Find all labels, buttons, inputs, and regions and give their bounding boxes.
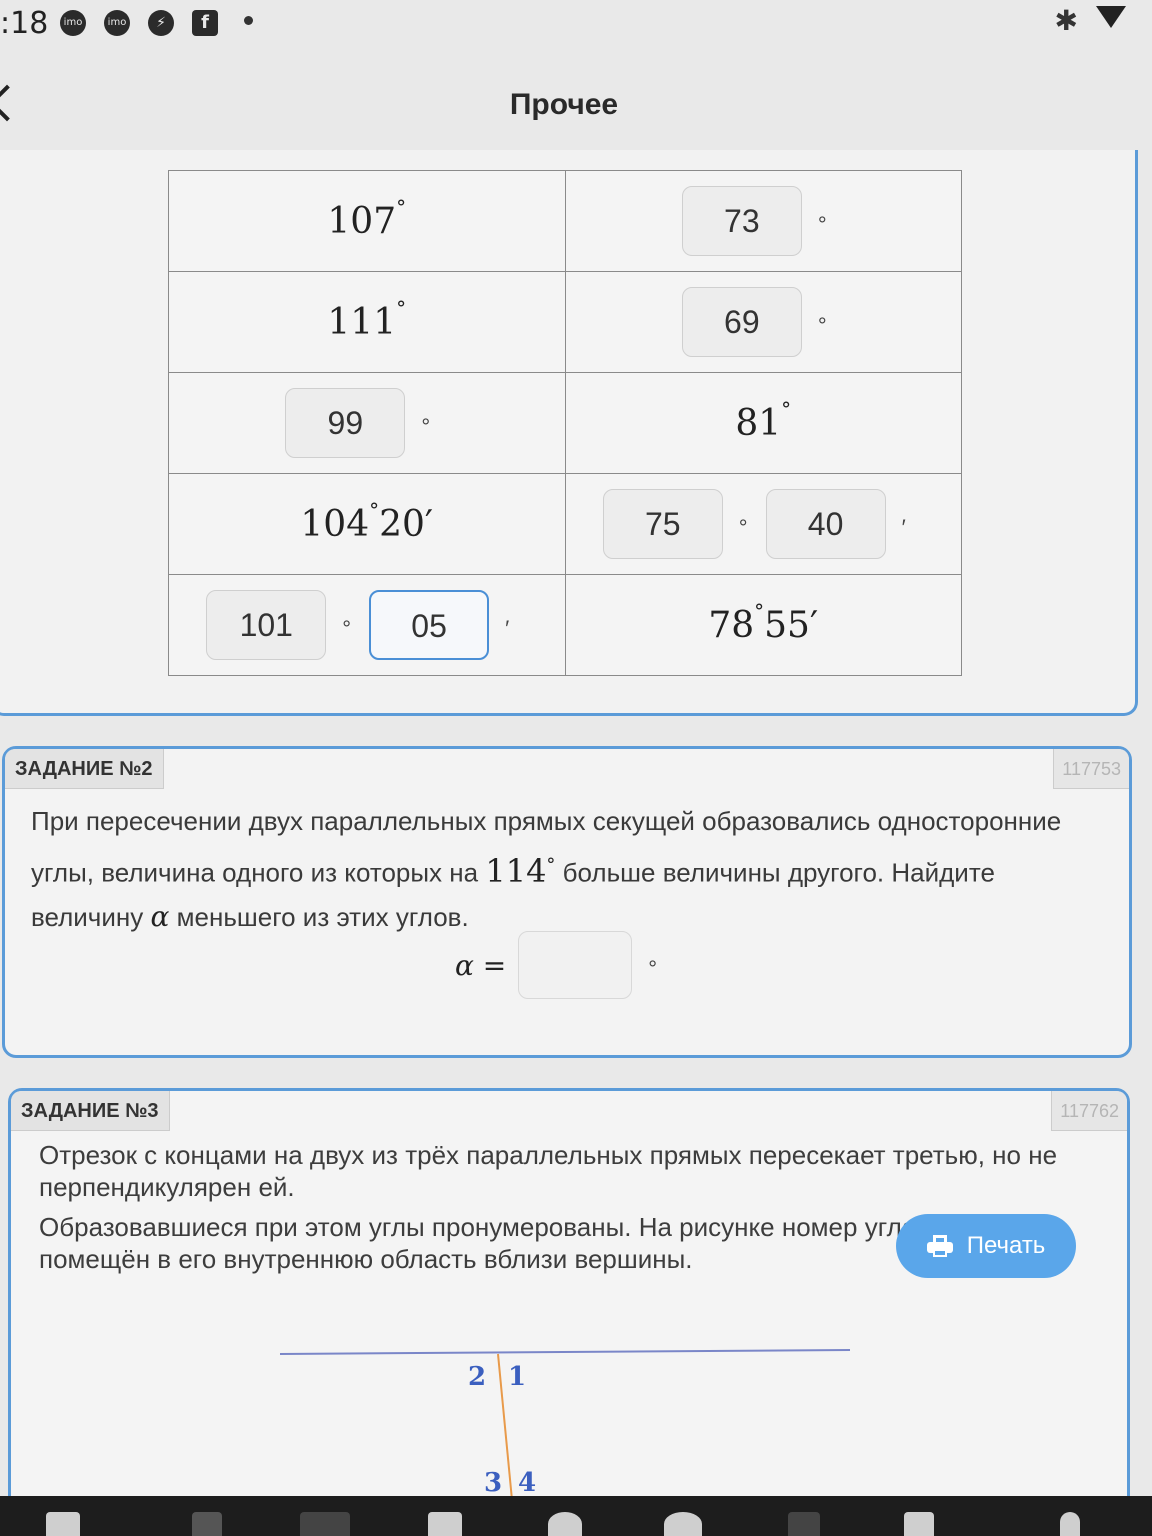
app-icon[interactable]: [192, 1512, 222, 1536]
app-icon[interactable]: [788, 1512, 820, 1536]
answer-row: α = °: [455, 931, 675, 999]
notification-dot-icon: [244, 16, 253, 25]
table-cell: 107°: [168, 170, 566, 272]
tablet-icon[interactable]: [904, 1512, 934, 1536]
degree-symbol: °: [738, 515, 748, 540]
wifi-icon: [1096, 6, 1126, 28]
angle-label: 1: [508, 1362, 527, 1392]
table-row: 111° 69 °: [168, 271, 962, 373]
task-label: ЗАДАНИЕ №3: [11, 1091, 170, 1131]
minute-symbol: ′: [901, 515, 906, 540]
table-cell: 99 °: [168, 372, 566, 474]
imo-icon: imo: [104, 10, 130, 36]
minute-input[interactable]: 40: [765, 489, 886, 559]
angle-table: 107° 73 ° 111° 69 ° 99 ° 81° 104°20′ 75 ° 40 ′ 101 ° 05 ′…: [168, 170, 962, 676]
task-text: При пересечении двух параллельных прямых…: [31, 799, 1111, 939]
degree-input[interactable]: 101: [206, 590, 327, 660]
degree-input[interactable]: 73: [681, 186, 802, 256]
table-cell: 111°: [168, 271, 566, 373]
angle-value: 78°55′: [708, 598, 819, 646]
minute-symbol: ′: [505, 616, 510, 641]
angle-value: 107°: [327, 194, 407, 242]
print-button-label: Печать: [966, 1232, 1046, 1259]
app-header: Прочее: [0, 60, 1152, 160]
parallel-line: [279, 1349, 851, 1355]
angle-value: 104°20′: [300, 497, 434, 545]
table-row: 104°20′ 75 ° 40 ′: [168, 473, 962, 575]
degree-symbol: °: [546, 854, 556, 875]
status-bar: :18 imo imo ⚡ f ✱: [0, 0, 1152, 50]
table-cell: 78°55′: [564, 574, 962, 676]
printer-icon: [926, 1235, 953, 1257]
math-number: 114: [485, 851, 547, 890]
degree-symbol: °: [421, 414, 431, 439]
table-cell: 104°20′: [168, 473, 566, 575]
table-cell: 73 °: [564, 170, 962, 272]
figure-svg: [279, 1349, 851, 1501]
answer-label: α =: [455, 948, 507, 982]
facebook-icon: f: [192, 10, 218, 36]
angle-label: 3: [484, 1468, 503, 1498]
task-text-part: меньшего из этих углов.: [176, 901, 469, 932]
app-icon[interactable]: [300, 1512, 350, 1536]
task-paragraph: Отрезок с концами на двух из трёх паралл…: [39, 1140, 1058, 1202]
imo-icon: imo: [60, 10, 86, 36]
angle-label: 2: [468, 1362, 487, 1392]
table-row: 107° 73 °: [168, 170, 962, 272]
palette-icon[interactable]: [664, 1512, 702, 1536]
degree-input[interactable]: 69: [681, 287, 802, 357]
settings-icon[interactable]: [548, 1512, 582, 1536]
bluetooth-icon: ✱: [1054, 5, 1078, 36]
degree-symbol: °: [648, 956, 658, 981]
table-cell: 101 ° 05 ′: [168, 574, 566, 676]
angle-value: 111°: [327, 295, 407, 343]
answer-input[interactable]: [518, 931, 633, 999]
print-button[interactable]: Печать: [896, 1214, 1076, 1278]
task-paragraph: Образовавшиеся при этом углы пронумерова…: [39, 1212, 917, 1274]
angle-label: 4: [518, 1468, 537, 1498]
taskbar: [0, 1496, 1152, 1536]
degree-symbol: °: [817, 313, 827, 338]
task-id: 117762: [1051, 1091, 1127, 1131]
page-title: Прочее: [509, 88, 619, 121]
microphone-icon[interactable]: [1060, 1512, 1080, 1536]
apps-grid-icon[interactable]: [46, 1512, 80, 1536]
geometry-figure: 2 1 3 4: [279, 1330, 860, 1501]
table-row: 101 ° 05 ′ 78°55′: [168, 574, 962, 676]
table-cell: 81°: [564, 372, 962, 474]
degree-symbol: °: [817, 212, 827, 237]
clipboard-icon[interactable]: [428, 1512, 462, 1536]
math-variable: α: [150, 899, 170, 933]
degree-input[interactable]: 75: [602, 489, 723, 559]
angle-value: 81°: [735, 396, 792, 444]
table-row: 99 ° 81°: [168, 372, 962, 474]
task-label: ЗАДАНИЕ №2: [5, 749, 164, 789]
status-time: :18: [0, 6, 49, 41]
messenger-icon: ⚡: [148, 10, 174, 36]
degree-symbol: °: [342, 616, 352, 641]
math-value: 114°: [485, 852, 555, 890]
task2-card: ЗАДАНИЕ №2 117753 При пересечении двух п…: [2, 746, 1132, 1058]
minute-input[interactable]: 05: [369, 590, 490, 660]
degree-input[interactable]: 99: [285, 388, 406, 458]
task-id: 117753: [1053, 749, 1129, 789]
table-cell: 75 ° 40 ′: [564, 473, 962, 575]
table-cell: 69 °: [564, 271, 962, 373]
